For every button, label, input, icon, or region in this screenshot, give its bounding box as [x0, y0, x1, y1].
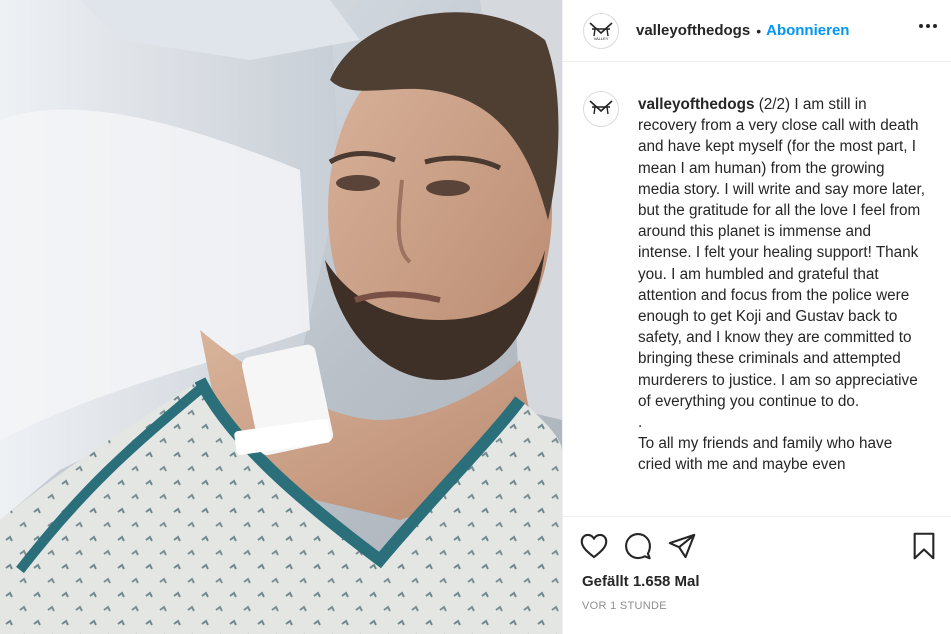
caption-avatar[interactable] — [583, 91, 619, 127]
more-horizontal-icon[interactable] — [919, 24, 937, 28]
valley-logo-icon — [589, 100, 613, 115]
action-bar: Gefällt 1.658 Mal — [563, 516, 951, 596]
follow-button[interactable]: Abonnieren — [766, 22, 849, 39]
avatar-text: VALLEY — [594, 36, 609, 41]
action-icons — [579, 531, 697, 561]
comment-icon[interactable] — [623, 531, 653, 561]
heart-icon[interactable] — [579, 531, 609, 561]
caption-username[interactable]: valleyofthedogs — [638, 96, 754, 113]
profile-avatar[interactable]: VALLEY — [583, 12, 619, 49]
bookmark-icon[interactable] — [909, 531, 939, 561]
header-separator: • — [756, 22, 762, 39]
post-photo[interactable] — [0, 0, 562, 634]
post-footer: VOR 1 STUNDE — [563, 596, 951, 634]
photo-illustration — [0, 0, 562, 634]
caption-content: (2/2) I am still in recovery from a very… — [638, 96, 926, 474]
header-username[interactable]: valleyofthedogs — [636, 22, 750, 39]
caption-text: valleyofthedogs (2/2) I am still in reco… — [638, 94, 928, 476]
valley-logo-icon: VALLEY — [589, 21, 613, 41]
instagram-post: VALLEY valleyofthedogs • Abonnieren vall… — [0, 0, 951, 634]
post-side-panel: VALLEY valleyofthedogs • Abonnieren vall… — [562, 0, 951, 634]
comments-area[interactable]: valleyofthedogs (2/2) I am still in reco… — [563, 62, 951, 516]
post-timestamp[interactable]: VOR 1 STUNDE — [582, 600, 667, 612]
likes-count[interactable]: Gefällt 1.658 Mal — [582, 573, 700, 590]
post-header: VALLEY valleyofthedogs • Abonnieren — [563, 0, 951, 62]
share-icon[interactable] — [667, 531, 697, 561]
caption-row: valleyofthedogs (2/2) I am still in reco… — [583, 91, 933, 476]
